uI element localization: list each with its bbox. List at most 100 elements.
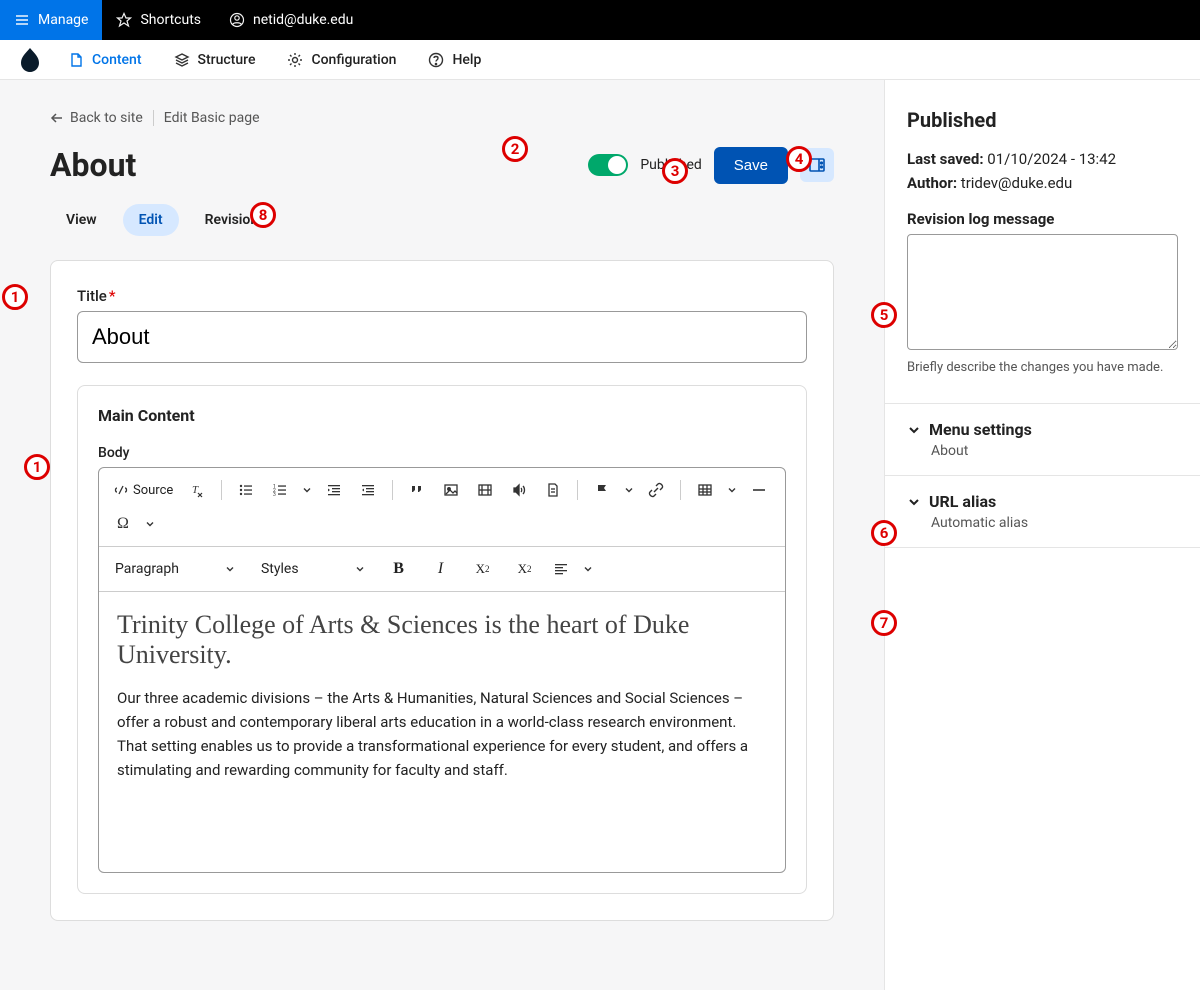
styles-dropdown[interactable]: Styles (255, 557, 371, 581)
star-icon (116, 12, 132, 28)
main-content-section: Main Content Body Source T 123 (77, 385, 807, 894)
manage-label: Manage (38, 12, 88, 28)
blockquote-button[interactable] (403, 476, 431, 504)
title-label: Title* (77, 287, 807, 305)
clear-format-button[interactable]: T (183, 476, 211, 504)
editor-content[interactable]: Trinity College of Arts & Sciences is th… (99, 592, 785, 872)
indent-button[interactable] (354, 476, 382, 504)
main-content-heading: Main Content (98, 406, 786, 425)
shortcuts-label: Shortcuts (140, 12, 201, 28)
revision-log-textarea[interactable] (907, 234, 1178, 350)
panel-icon (808, 156, 826, 174)
breadcrumb-separator (153, 110, 154, 126)
back-arrow-icon (50, 111, 64, 125)
sidebar-toggle-button[interactable] (800, 148, 834, 182)
wysiwyg-editor: Source T 123 (98, 467, 786, 873)
dropdown-chevron-2[interactable] (622, 476, 636, 504)
required-marker: * (109, 287, 116, 305)
image-button[interactable] (437, 476, 465, 504)
source-label: Source (133, 483, 173, 498)
dropdown-chevron-5[interactable] (583, 564, 597, 574)
file-icon (68, 52, 84, 68)
editor-toolbar-2: Paragraph Styles B I X2 X2 (99, 547, 785, 592)
user-menu[interactable]: netid@duke.edu (215, 0, 367, 40)
hamburger-icon (14, 12, 30, 28)
body-heading: Trinity College of Arts & Sciences is th… (117, 610, 767, 670)
callout-1b: 1 (24, 454, 50, 480)
tab-revisions[interactable]: Revisions (189, 204, 282, 236)
manage-menu[interactable]: Manage (0, 0, 102, 40)
url-alias-title: URL alias (929, 492, 996, 511)
source-button[interactable]: Source (109, 482, 177, 498)
published-toggle[interactable] (588, 154, 628, 176)
save-button[interactable]: Save (714, 147, 788, 184)
tab-edit[interactable]: Edit (123, 204, 179, 236)
italic-button[interactable]: I (427, 555, 455, 583)
nav-structure-label: Structure (198, 52, 256, 68)
dropdown-chevron-3[interactable] (725, 476, 739, 504)
paragraph-format-label: Paragraph (115, 561, 179, 577)
nav-content-label: Content (92, 52, 142, 68)
user-label: netid@duke.edu (253, 12, 353, 28)
align-button[interactable] (553, 561, 569, 577)
sidebar-status: Published (907, 108, 1178, 132)
nav-help[interactable]: Help (414, 40, 495, 79)
nav-help-label: Help (452, 52, 481, 68)
menu-settings-title: Menu settings (929, 420, 1032, 439)
numbered-list-button[interactable]: 123 (266, 476, 294, 504)
nav-configuration[interactable]: Configuration (273, 40, 410, 79)
table-button[interactable] (691, 476, 719, 504)
superscript-button[interactable]: X2 (469, 555, 497, 583)
nav-structure[interactable]: Structure (160, 40, 270, 79)
url-alias-accordion[interactable]: URL alias Automatic alias (885, 475, 1200, 548)
bullet-list-button[interactable] (232, 476, 260, 504)
menu-settings-sub: About (931, 443, 1178, 459)
url-alias-sub: Automatic alias (931, 515, 1178, 531)
sidebar: 5 6 7 Published Last saved: 01/10/2024 -… (884, 80, 1200, 990)
nav-configuration-label: Configuration (311, 52, 396, 68)
nav-content[interactable]: Content (54, 40, 156, 79)
dropdown-chevron-1[interactable] (300, 476, 314, 504)
body-label: Body (98, 445, 786, 461)
chevron-down-icon (907, 495, 921, 509)
paragraph-format-dropdown[interactable]: Paragraph (109, 557, 241, 581)
flag-button[interactable] (588, 476, 616, 504)
tab-view[interactable]: View (50, 204, 113, 236)
help-icon (428, 52, 444, 68)
menu-settings-accordion[interactable]: Menu settings About (885, 403, 1200, 475)
back-label: Back to site (70, 110, 143, 126)
document-button[interactable] (539, 476, 567, 504)
svg-text:3: 3 (273, 492, 276, 498)
media-button[interactable] (471, 476, 499, 504)
revision-log-label: Revision log message (907, 210, 1178, 228)
outdent-button[interactable] (320, 476, 348, 504)
back-to-site-link[interactable]: Back to site (50, 110, 143, 126)
bold-button[interactable]: B (385, 555, 413, 583)
callout-1a: 1 (2, 284, 28, 310)
author: Author: tridev@duke.edu (907, 174, 1178, 192)
chevron-down-icon (907, 423, 921, 437)
subscript-button[interactable]: X2 (511, 555, 539, 583)
edit-form: Title* Main Content Body Source T (50, 260, 834, 921)
published-label: Published (640, 157, 701, 173)
audio-button[interactable] (505, 476, 533, 504)
layers-icon (174, 52, 190, 68)
styles-label: Styles (261, 561, 299, 577)
dropdown-chevron-4[interactable] (143, 510, 157, 538)
body-paragraph: Our three academic divisions – the Arts … (117, 686, 767, 782)
special-char-button[interactable]: Ω (109, 510, 137, 538)
svg-text:T: T (192, 484, 199, 496)
gear-icon (287, 52, 303, 68)
link-button[interactable] (642, 476, 670, 504)
shortcuts-menu[interactable]: Shortcuts (102, 0, 215, 40)
title-input[interactable] (77, 311, 807, 363)
hr-button[interactable] (745, 476, 773, 504)
last-saved: Last saved: 01/10/2024 - 13:42 (907, 150, 1178, 168)
breadcrumb: Back to site Edit Basic page (50, 110, 834, 126)
source-icon (113, 482, 129, 498)
page-title: About (50, 146, 136, 184)
breadcrumb-current: Edit Basic page (164, 110, 260, 126)
editor-toolbar-1: Source T 123 (99, 468, 785, 547)
revision-log-help: Briefly describe the changes you have ma… (907, 360, 1178, 375)
drupal-logo-icon[interactable] (10, 47, 50, 73)
